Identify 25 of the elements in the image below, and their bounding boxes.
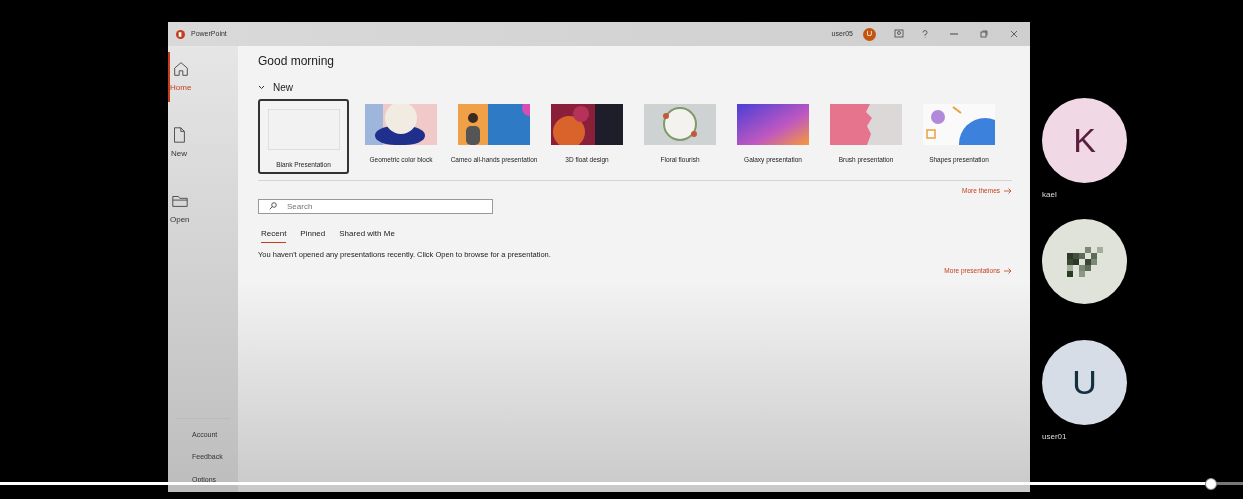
arrow-icon [1004, 187, 1012, 194]
tab[interactable]: Pinned [300, 227, 326, 243]
app-logo-icon [176, 29, 185, 39]
tab[interactable]: Recent [261, 227, 287, 243]
nav-item[interactable]: New [168, 118, 188, 168]
tab[interactable]: Shared with Me [339, 227, 395, 243]
playback-handle[interactable] [1204, 477, 1217, 490]
section-heading: New [273, 81, 293, 95]
nav-item[interactable]: Home [168, 52, 192, 102]
search-icon [269, 202, 277, 210]
greeting-heading: Good morning [258, 53, 336, 70]
home-icon [171, 60, 190, 78]
participant-avatar: U [1042, 340, 1127, 425]
search-field[interactable]: Search [258, 198, 493, 214]
coauthor-icon[interactable] [894, 29, 904, 39]
user-avatar[interactable]: U [863, 27, 876, 41]
restore-icon[interactable] [980, 30, 988, 38]
help-icon[interactable] [922, 30, 928, 38]
participant-name: user01 [1042, 431, 1067, 439]
nav-item[interactable]: Open [168, 184, 190, 234]
participant-avatar: K [1042, 98, 1127, 183]
chevron-icon[interactable] [258, 85, 265, 90]
participant-name: kael [1042, 189, 1057, 197]
close-icon[interactable] [1010, 30, 1018, 38]
arrow-icon [1004, 267, 1012, 274]
